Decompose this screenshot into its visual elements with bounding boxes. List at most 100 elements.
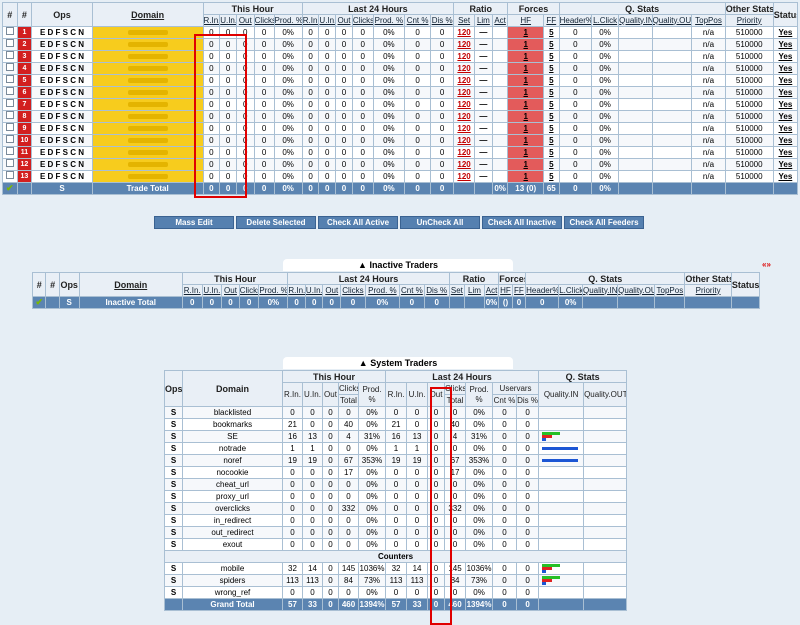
row-ops-links[interactable]: E D F S C N bbox=[31, 170, 93, 183]
checkbox[interactable] bbox=[5, 147, 14, 155]
inactive-col-priority[interactable]: Priority bbox=[684, 284, 732, 297]
cell-lim[interactable]: — bbox=[474, 62, 493, 75]
system-traders-title[interactable]: ▲ System Traders bbox=[283, 357, 513, 369]
checkbox[interactable] bbox=[5, 39, 14, 47]
row-ops-links[interactable]: E D F S C N bbox=[31, 74, 93, 87]
cell-lim[interactable]: — bbox=[474, 110, 493, 123]
row-ops-links[interactable]: E D F S C N bbox=[31, 134, 93, 147]
cell-hf[interactable]: 1 bbox=[507, 122, 544, 135]
cell-status[interactable]: Yes bbox=[772, 122, 799, 135]
row-checkbox[interactable] bbox=[2, 110, 18, 123]
col-24-prod[interactable]: Prod. % bbox=[372, 14, 406, 27]
row-checkbox[interactable] bbox=[2, 170, 18, 183]
col-lclick[interactable]: L.Click bbox=[590, 14, 620, 27]
cell-status[interactable]: Yes bbox=[772, 74, 799, 87]
cell-status[interactable]: Yes bbox=[772, 38, 799, 51]
cell-set[interactable]: 120 bbox=[453, 74, 476, 87]
check-all-icon[interactable]: ✔ bbox=[31, 296, 47, 309]
cell-set[interactable]: 120 bbox=[453, 134, 476, 147]
col-domain-header[interactable]: Domain bbox=[91, 2, 204, 27]
col-ff[interactable]: FF bbox=[542, 14, 560, 27]
checkbox[interactable] bbox=[5, 75, 14, 83]
col-cnt[interactable]: Cnt % bbox=[404, 14, 432, 27]
col-lim[interactable]: Lim bbox=[474, 14, 493, 27]
cell-ff[interactable]: 5 bbox=[542, 158, 560, 171]
cell-set[interactable]: 120 bbox=[453, 38, 476, 51]
cell-hf[interactable]: 1 bbox=[507, 170, 544, 183]
inactive-col-24-prod[interactable]: Prod. % bbox=[364, 284, 400, 297]
inactive-col-header-pct[interactable]: Header% bbox=[525, 284, 560, 297]
cell-ops[interactable]: S bbox=[164, 466, 183, 479]
checkbox[interactable] bbox=[5, 171, 14, 179]
cell-set[interactable]: 120 bbox=[453, 122, 476, 135]
inactive-col-set[interactable]: Set bbox=[448, 284, 466, 297]
checkbox[interactable] bbox=[5, 27, 14, 35]
col-set[interactable]: Set bbox=[453, 14, 476, 27]
row-ops-links[interactable]: E D F S C N bbox=[31, 26, 93, 39]
cell-hf[interactable]: 1 bbox=[507, 26, 544, 39]
row-domain-redacted[interactable] bbox=[91, 38, 204, 51]
cell-status[interactable]: Yes bbox=[772, 86, 799, 99]
cell-lim[interactable]: — bbox=[474, 74, 493, 87]
row-checkbox[interactable] bbox=[2, 86, 18, 99]
checkbox[interactable] bbox=[5, 99, 14, 107]
row-ops-links[interactable]: E D F S C N bbox=[31, 98, 93, 111]
check-all-active-button[interactable]: Check All Active bbox=[318, 216, 398, 229]
col-quality-out[interactable]: Quality.OUT bbox=[651, 14, 693, 27]
inactive-col-dis[interactable]: Dis % bbox=[423, 284, 450, 297]
check-all-icon[interactable]: ✔ bbox=[2, 182, 18, 195]
inactive-col-clicks[interactable]: Clicks bbox=[238, 284, 260, 297]
col-priority[interactable]: Priority bbox=[724, 14, 774, 27]
row-ops-links[interactable]: E D F S C N bbox=[31, 50, 93, 63]
uncheck-all-button[interactable]: UnCheck All bbox=[400, 216, 480, 229]
checkbox[interactable] bbox=[5, 63, 14, 71]
inactive-col-rin[interactable]: R.In. bbox=[181, 284, 203, 297]
cell-ops[interactable]: S bbox=[164, 574, 183, 587]
inactive-col-toppos[interactable]: TopPos bbox=[654, 284, 686, 297]
checkbox[interactable] bbox=[5, 135, 14, 143]
cell-ff[interactable]: 5 bbox=[542, 86, 560, 99]
col-24-clicks[interactable]: Clicks bbox=[351, 14, 374, 27]
cell-status[interactable]: Yes bbox=[772, 26, 799, 39]
row-checkbox[interactable] bbox=[2, 158, 18, 171]
cell-status[interactable]: Yes bbox=[772, 170, 799, 183]
col-24-rin[interactable]: R.In. bbox=[301, 14, 320, 27]
cell-set[interactable]: 120 bbox=[453, 158, 476, 171]
row-ops-links[interactable]: E D F S C N bbox=[31, 122, 93, 135]
cell-ff[interactable]: 5 bbox=[542, 38, 560, 51]
cell-lim[interactable]: — bbox=[474, 86, 493, 99]
cell-hf[interactable]: 1 bbox=[507, 74, 544, 87]
cell-ff[interactable]: 5 bbox=[542, 122, 560, 135]
row-domain-redacted[interactable] bbox=[91, 110, 204, 123]
cell-ops[interactable]: S bbox=[164, 502, 183, 515]
cell-lim[interactable]: — bbox=[474, 134, 493, 147]
row-ops-links[interactable]: E D F S C N bbox=[31, 38, 93, 51]
cell-set[interactable]: 120 bbox=[453, 26, 476, 39]
col-rin[interactable]: R.In. bbox=[202, 14, 221, 27]
col-dis[interactable]: Dis % bbox=[430, 14, 455, 27]
cell-set[interactable]: 120 bbox=[453, 170, 476, 183]
cell-ops[interactable]: S bbox=[164, 454, 183, 467]
inactive-col-lim[interactable]: Lim bbox=[464, 284, 485, 297]
inactive-col-act[interactable]: Act bbox=[483, 284, 500, 297]
col-out[interactable]: Out bbox=[235, 14, 255, 27]
cell-ops[interactable]: S bbox=[164, 406, 183, 419]
cell-lim[interactable]: — bbox=[474, 98, 493, 111]
inactive-col-24-out[interactable]: Out bbox=[322, 284, 342, 297]
row-checkbox[interactable] bbox=[2, 134, 18, 147]
cell-status[interactable]: Yes bbox=[772, 50, 799, 63]
cell-lim[interactable]: — bbox=[474, 50, 493, 63]
row-checkbox[interactable] bbox=[2, 50, 18, 63]
row-ops-links[interactable]: E D F S C N bbox=[31, 110, 93, 123]
cell-ops[interactable]: S bbox=[164, 490, 183, 503]
cell-ops[interactable]: S bbox=[164, 478, 183, 491]
check-all-feeders-button[interactable]: Check All Feeders bbox=[564, 216, 644, 229]
inactive-col-quality-out[interactable]: Quality.OUT bbox=[617, 284, 656, 297]
row-domain-redacted[interactable] bbox=[91, 62, 204, 75]
col-quality-in[interactable]: Quality.IN bbox=[618, 14, 653, 27]
inactive-col-domain[interactable]: Domain bbox=[78, 272, 183, 297]
check-all-inactive-button[interactable]: Check All Inactive bbox=[482, 216, 562, 229]
row-domain-redacted[interactable] bbox=[91, 50, 204, 63]
row-domain-redacted[interactable] bbox=[91, 98, 204, 111]
cell-set[interactable]: 120 bbox=[453, 62, 476, 75]
